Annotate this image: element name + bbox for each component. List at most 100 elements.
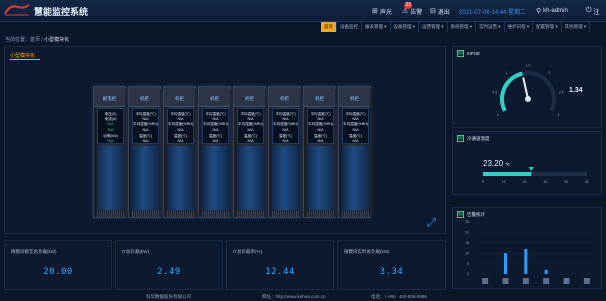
nav-item-4[interactable]: 运营管理 ▾ xyxy=(419,22,448,32)
gauge-tick-label: 1 xyxy=(506,71,508,75)
rack-vent xyxy=(342,211,369,217)
alarm-ytick-label: 10 xyxy=(465,251,469,255)
pue-value: 1.34 xyxy=(569,87,583,94)
nav-item-1[interactable]: 设备监控 xyxy=(337,22,362,32)
gauge-fill xyxy=(500,71,523,112)
rack-reading: N/A xyxy=(142,139,149,143)
stat-label: 微模块额定总负载(kW) xyxy=(11,249,57,254)
stat-label: IT总负载率(%) xyxy=(233,249,262,254)
stat-value: 3.34 xyxy=(379,267,404,277)
stat-it-load: IT总负载(kW) 2.49 xyxy=(115,240,223,290)
sound-light-button[interactable]: ⊞ 声光 xyxy=(372,6,392,16)
rack-display: 平均温度(℃) N/A 平均湿度(%RH) N/A 温度(℃) N/A xyxy=(342,108,369,144)
rack-reading: N/A xyxy=(212,139,219,143)
temp-marker xyxy=(528,167,534,171)
rack-display: 平均温度(℃) N/A 平均湿度(%RH) N/A 温度(℃) N/A xyxy=(272,108,299,144)
rack-reading: N/A xyxy=(142,128,149,132)
alarm-level-icon xyxy=(502,278,509,284)
rack-display: 电压(V) 电流(A) N/A N/A 功率(kW) N/A xyxy=(97,108,124,144)
alarm-chart: 25 20 15 10 5 0 xyxy=(465,220,597,284)
footer-website[interactable]: 网址：http://www.kehua.com.cn xyxy=(262,294,326,300)
rack-reading: N/A xyxy=(317,139,324,143)
rack-cabinet-2[interactable]: 机柜平均温度(℃) N/A 平均湿度(%RH) N/A 温度(℃) N/A xyxy=(163,86,199,218)
stat-it-load-rate: IT总负载率(%) 12.44 xyxy=(226,240,334,290)
broadcast-icon: ⊞ xyxy=(372,8,378,15)
rack-reading: 平均湿度(%RH) xyxy=(133,122,158,126)
nav-item-5[interactable]: 系统管理 ▾ xyxy=(448,22,477,32)
alarm-level-icon xyxy=(583,278,590,284)
user-icon: ⚲ xyxy=(536,8,542,15)
breadcrumb-current[interactable]: 小型模块化 xyxy=(44,37,69,43)
alarm-level-icon xyxy=(563,278,570,284)
rack-cabinet-4[interactable]: 机柜 平均温度(℃) N/A 平均湿度(%RH) N/A 温度(℃) N/A xyxy=(233,86,269,218)
rack-cabinet-3[interactable]: 机柜平均温度(℃) N/A 平均湿度(%RH) N/A 温度(℃) N/A xyxy=(198,86,234,218)
panel-title-underline xyxy=(10,59,40,60)
nav-item-3[interactable]: 设备管理 ▾ xyxy=(391,22,420,32)
app-window: 慧能监控系统 ⊞ 声光 ⚠ 告警 23 ⊟ 退出 2021-07-06 14:4… xyxy=(0,0,606,301)
rack-reading: N/A xyxy=(282,139,289,143)
alarm-ytick-label: 5 xyxy=(467,262,469,266)
breadcrumb-prefix: 当前位置：首页 / xyxy=(5,37,43,43)
alarm-bar[interactable] xyxy=(504,253,507,274)
alarm-stats-panel: ▤ 告警统计 25 20 15 10 5 0 xyxy=(452,207,602,289)
temp-tick-label: 20 xyxy=(523,180,527,184)
rack-reading: N/A xyxy=(352,128,359,132)
rack-reading: N/A xyxy=(247,139,254,143)
temp-tick-label: 10 xyxy=(502,180,506,184)
gauge-tick-label: 1.5 xyxy=(526,64,531,68)
sound-light-label: 声光 xyxy=(379,9,392,16)
user-menu[interactable]: ⚲ kh-admin xyxy=(536,6,568,16)
pue-panel: ▤ mPUE 0.5 1 1.5 2 2.5 3 0 1.34 xyxy=(452,46,602,128)
rack-door xyxy=(237,146,264,210)
rack-vent xyxy=(132,211,159,217)
nav-item-6[interactable]: 实时运营 ▾ xyxy=(476,22,505,32)
rack-cabinet-5[interactable]: 机柜平均温度(℃) N/A 平均湿度(%RH) N/A 温度(℃) N/A xyxy=(268,86,304,218)
nav-item-2[interactable]: 报表管理 ▾ xyxy=(362,22,391,32)
rack-door xyxy=(307,146,334,210)
rack-name: 机柜 xyxy=(350,96,359,101)
footer-phone: 电话：（+86）400-808-9986 xyxy=(371,294,427,299)
nav-item-7[interactable]: 维护日程 ▾ xyxy=(505,22,534,32)
alarm-level-icon xyxy=(482,278,489,284)
rack-reading: N/A xyxy=(212,117,219,121)
exit-button[interactable]: ⊟ 退出 xyxy=(430,6,450,16)
rack-name: 机柜 xyxy=(175,96,184,101)
nav-item-0[interactable]: 首页 xyxy=(321,22,337,32)
alarm-bar[interactable] xyxy=(524,249,528,274)
expand-icon[interactable]: ⤢ xyxy=(427,218,438,229)
nav-item-8[interactable]: 配置管理 ▾ xyxy=(533,22,562,32)
stat-value: 2.49 xyxy=(157,267,181,277)
rack-reading: N/A xyxy=(282,128,289,132)
rack-vent xyxy=(97,211,124,217)
rack-reading: N/A xyxy=(352,117,359,121)
alarm-level-icon xyxy=(522,278,529,284)
top-header: 慧能监控系统 ⊞ 声光 ⚠ 告警 23 ⊟ 退出 2021-07-06 14:4… xyxy=(0,0,606,22)
rack-reading: N/A xyxy=(352,139,359,143)
temp-tick-label: 50 xyxy=(585,180,589,184)
rack-name: 机柜 xyxy=(210,96,219,101)
alarm-button[interactable]: ⚠ 告警 23 xyxy=(402,2,422,16)
rack-name: 配电柜 xyxy=(102,96,117,101)
rack-reading: 平均湿度(%RH) xyxy=(168,122,193,126)
rack-cabinet-0[interactable]: 配电柜电压(V) 电流(A) N/A N/A 功率(kW) N/A xyxy=(93,86,129,218)
gauge-tick-label: 2 xyxy=(548,71,550,75)
rack-cabinet-6[interactable]: 机柜 平均温度(℃) N/A 平均湿度(%RH) N/A 温度(℃) N/A xyxy=(303,86,339,218)
rack-cabinet-7[interactable]: 机柜平均温度(℃) N/A 平均湿度(%RH) N/A 温度(℃) N/A xyxy=(338,86,374,218)
alarm-bar[interactable] xyxy=(544,269,548,274)
temp-tick-label: 30 xyxy=(543,180,547,184)
main-nav: 首页 设备监控 报表管理 ▾ 设备管理 ▾ 运营管理 ▾ 系统管理 ▾ 实时运营 ▾ 维护日程… xyxy=(321,22,606,32)
current-date: 2021-07-06 14:44 星期二 xyxy=(459,9,527,16)
rack-display: 平均温度(℃) N/A 平均湿度(%RH) N/A 温度(℃) N/A xyxy=(202,108,229,144)
rack-cabinet-1[interactable]: 机柜 平均温度(℃) N/A 平均湿度(%RH) N/A 温度(℃) N/A xyxy=(128,86,164,218)
rack-reading: N/A xyxy=(177,117,184,121)
rack-vent xyxy=(307,211,334,217)
stat-rated-load: 微模块额定总负载(kW) 20.00 xyxy=(4,240,112,290)
rack-display: 平均温度(℃) N/A 平均湿度(%RH) N/A 温度(℃) N/A xyxy=(132,108,159,144)
rack-reading: 平均湿度(%RH) xyxy=(238,122,263,126)
rack-display: 平均温度(℃) N/A 平均湿度(%RH) N/A 温度(℃) N/A xyxy=(167,108,194,144)
logout-button[interactable]: ⏻ 注 xyxy=(586,6,600,16)
rack-name: 机柜 xyxy=(280,96,289,101)
rack-display: 平均温度(℃) N/A 平均湿度(%RH) N/A 温度(℃) N/A xyxy=(237,108,264,144)
footer: 科华数据股份有限公司 网址：http://www.kehua.com.cn 电话… xyxy=(0,292,606,301)
nav-item-9[interactable]: 其他管理 ▾ xyxy=(562,22,591,32)
